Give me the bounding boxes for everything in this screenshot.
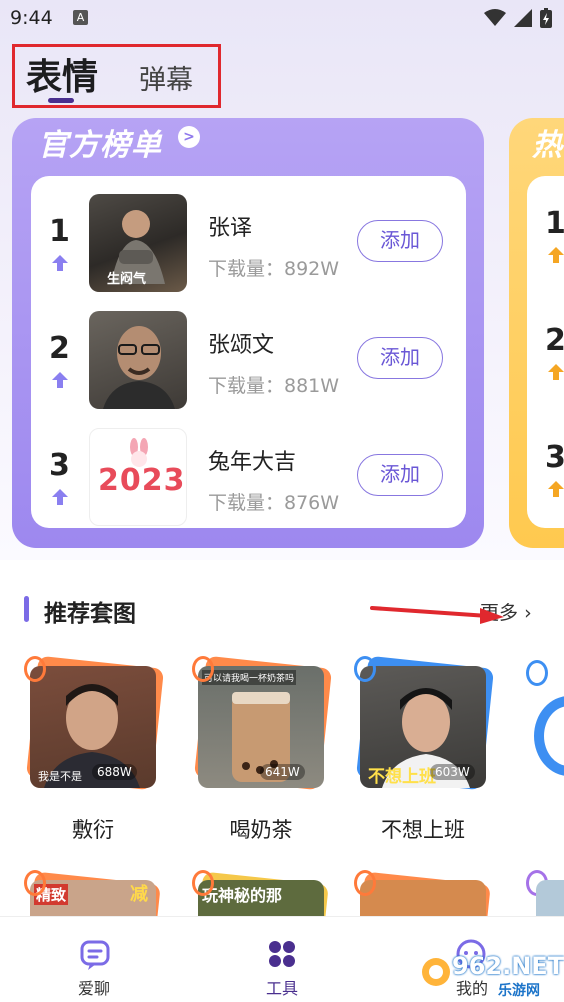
rank-panel-title[interactable]: 官方榜单 bbox=[38, 120, 162, 164]
ring-icon bbox=[192, 870, 214, 896]
sticker-thumbnail[interactable]: 生闷气 bbox=[89, 194, 187, 292]
download-count: 603W bbox=[430, 764, 475, 780]
status-icons bbox=[484, 8, 552, 28]
nav-label: 爱聊 bbox=[77, 979, 110, 998]
nav-item-tools[interactable]: 工具 bbox=[222, 917, 342, 1002]
download-count: 688W bbox=[92, 764, 137, 780]
hot-rank-number: 3 bbox=[545, 440, 564, 475]
pack-card[interactable] bbox=[520, 660, 564, 790]
sticker-thumbnail[interactable] bbox=[89, 311, 187, 409]
hot-panel-title: 热 bbox=[532, 128, 562, 163]
rank-row[interactable]: 2 张颂文 下载量：881W 添加 bbox=[31, 301, 466, 418]
pack-name: 喝奶茶 bbox=[229, 818, 293, 842]
rank-number: 2 bbox=[49, 331, 70, 366]
add-button[interactable]: 添加 bbox=[357, 220, 443, 262]
status-time: 9:44 bbox=[10, 7, 53, 29]
ring-icon bbox=[526, 660, 548, 686]
grid-icon bbox=[269, 941, 295, 967]
pack-cover bbox=[360, 880, 486, 918]
pack-cover: 玩神秘的那 bbox=[198, 880, 324, 918]
pack-cover: 精致 减 bbox=[30, 880, 156, 918]
hot-rank-number: 2 bbox=[545, 323, 564, 358]
watermark-logo-sub: 乐游网 bbox=[498, 983, 540, 999]
sticker-name: 张译 bbox=[208, 216, 253, 241]
nav-item-chat[interactable]: 爱聊 bbox=[34, 917, 154, 1002]
rank-row[interactable]: 1 生闷气 张译 下载量：892W 添加 bbox=[31, 184, 466, 301]
pack-caption: 我是不是 bbox=[38, 770, 82, 783]
rank-number: 3 bbox=[49, 448, 70, 483]
pack-cover: 可以请我喝一杯奶茶吗 641W bbox=[198, 666, 324, 788]
signal-icon bbox=[514, 9, 532, 27]
pack-card[interactable] bbox=[520, 868, 564, 918]
year-text: 2023 bbox=[98, 463, 186, 498]
battery-icon bbox=[540, 8, 552, 28]
chevron-right-icon[interactable]: > bbox=[178, 126, 200, 148]
pack-cover: 688W 我是不是 bbox=[30, 666, 156, 788]
pack-caption: 可以请我喝一杯奶茶吗 bbox=[202, 670, 297, 685]
chevron-right-icon: › bbox=[524, 602, 532, 624]
thumb-caption: 生闷气 bbox=[107, 272, 147, 287]
rank-list: 1 生闷气 张译 下载量：892W 添加 2 张颂文 下载量：881W 添加 3… bbox=[31, 176, 466, 528]
person-illustration bbox=[103, 326, 175, 409]
pack-name: 不想上班 bbox=[381, 818, 465, 842]
pack-card[interactable] bbox=[348, 868, 498, 918]
pack-cover bbox=[534, 696, 564, 776]
rank-up-icon bbox=[548, 247, 564, 263]
section-accent-bar bbox=[24, 596, 29, 622]
red-arrow-annotation bbox=[370, 606, 504, 624]
notification-icon: A bbox=[73, 10, 88, 25]
tab-emoji[interactable]: 表情 bbox=[26, 48, 98, 100]
hot-rank-number: 1 bbox=[545, 206, 564, 241]
pack-card[interactable]: 精致 减 bbox=[18, 868, 168, 918]
pack-caption: 不想上班 bbox=[368, 767, 436, 787]
pack-caption: 玩神秘的那 bbox=[202, 886, 283, 905]
pack-cover: 不想上班 603W bbox=[360, 666, 486, 788]
nav-label: 工具 bbox=[265, 979, 298, 998]
tab-indicator bbox=[48, 98, 74, 103]
rank-row[interactable]: 3 2023 兔年大吉 下载量：876W 添加 bbox=[31, 418, 466, 535]
tab-danmaku[interactable]: 弹幕 bbox=[139, 58, 193, 97]
chat-icon bbox=[80, 940, 110, 970]
add-button[interactable]: 添加 bbox=[357, 454, 443, 496]
download-count: 641W bbox=[260, 764, 305, 780]
download-count: 下载量：876W bbox=[208, 492, 340, 514]
sticker-name: 张颂文 bbox=[208, 333, 275, 358]
rank-number: 1 bbox=[49, 214, 70, 249]
download-count: 下载量：881W bbox=[208, 375, 340, 397]
status-bar: 9:44 A bbox=[0, 0, 564, 38]
section-title: 推荐套图 bbox=[44, 601, 136, 627]
pack-card[interactable]: 可以请我喝一杯奶茶吗 641W 喝奶茶 bbox=[186, 654, 336, 844]
rank-up-icon bbox=[548, 481, 564, 497]
download-count: 下载量：892W bbox=[208, 258, 340, 280]
rank-up-icon bbox=[52, 372, 68, 388]
pack-card[interactable]: 不想上班 603W 不想上班 bbox=[348, 654, 498, 844]
sticker-name: 兔年大吉 bbox=[208, 450, 297, 475]
ring-icon bbox=[354, 870, 376, 896]
wifi-icon bbox=[484, 9, 506, 26]
add-button[interactable]: 添加 bbox=[357, 337, 443, 379]
pack-card[interactable]: 688W 我是不是 敷衍 bbox=[18, 654, 168, 844]
pack-name: 敷衍 bbox=[72, 818, 114, 842]
ring-icon bbox=[192, 656, 214, 682]
ring-icon bbox=[24, 870, 46, 896]
pack-cover bbox=[536, 880, 564, 918]
pack-card[interactable]: 玩神秘的那 bbox=[186, 868, 336, 918]
pack-caption: 减 bbox=[130, 884, 148, 905]
watermark-logo-text: 962.NET bbox=[452, 952, 564, 980]
sticker-thumbnail[interactable]: 2023 bbox=[89, 428, 187, 526]
rank-up-icon bbox=[548, 364, 564, 380]
site-watermark-logo: 962.NET 乐游网 bbox=[420, 950, 564, 999]
rank-up-icon bbox=[52, 489, 68, 505]
ring-icon bbox=[24, 656, 46, 682]
ring-icon bbox=[354, 656, 376, 682]
rank-up-icon bbox=[52, 255, 68, 271]
